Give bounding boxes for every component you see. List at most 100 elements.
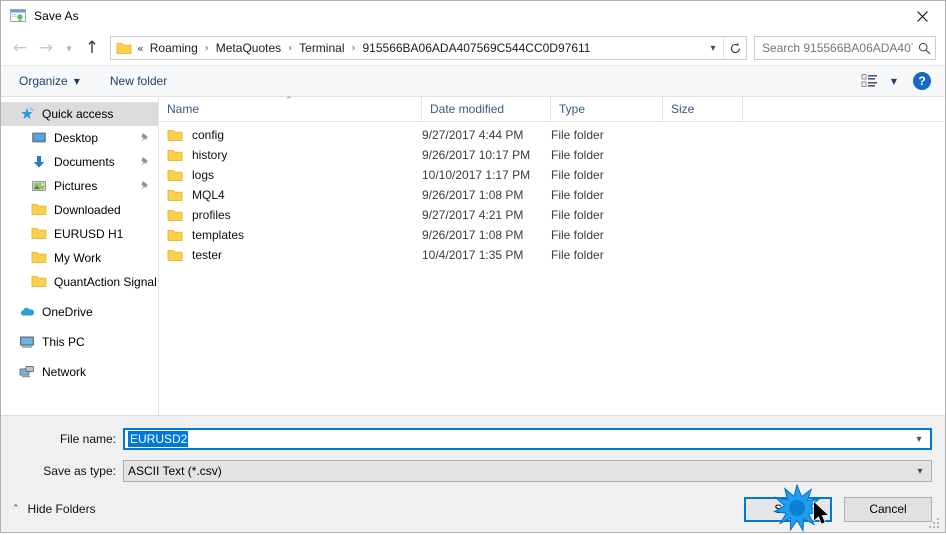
file-date-cell: 10/10/2017 1:17 PM	[422, 168, 531, 182]
file-type-cell: File folder	[551, 228, 604, 242]
navigation-pane: Quick access Desktop Documents Pictures …	[1, 97, 159, 415]
sidebar-item-label: My Work	[54, 251, 102, 265]
table-row[interactable]: tester 10/4/2017 1:35 PM File folder	[159, 245, 945, 265]
save-as-app-icon	[10, 8, 26, 24]
hide-folders-button[interactable]: ⌃ Hide Folders	[12, 502, 96, 516]
pin-icon[interactable]	[139, 156, 150, 168]
sidebar-item-quantaction-signal[interactable]: QuantAction Signal	[1, 270, 158, 294]
breadcrumb-item-roaming[interactable]: Roaming	[149, 39, 199, 57]
file-name-label: templates	[192, 228, 245, 242]
folder-icon	[31, 250, 47, 266]
sidebar-item-desktop[interactable]: Desktop	[1, 126, 158, 150]
sidebar-item-label: Network	[42, 365, 87, 379]
navigation-bar: ← → ▾ ↑ « Roaming › MetaQuotes › Termina…	[1, 31, 945, 65]
table-row[interactable]: history 9/26/2017 10:17 PM File folder	[159, 145, 945, 165]
search-input[interactable]: Search 915566BA06ADA40756...	[755, 41, 913, 55]
address-bar[interactable]: « Roaming › MetaQuotes › Terminal › 9155…	[110, 36, 747, 60]
file-name-cell: logs	[159, 168, 422, 182]
title-bar: Save As	[1, 1, 945, 31]
resize-grip[interactable]	[929, 516, 941, 528]
close-button[interactable]	[899, 1, 945, 31]
sidebar-item-eurusd-h1[interactable]: EURUSD H1	[1, 222, 158, 246]
breadcrumb-separator-icon[interactable]: ›	[288, 43, 292, 54]
back-arrow-icon: ←	[12, 37, 28, 58]
file-name-value: EURUSD2	[128, 431, 189, 447]
sidebar-item-onedrive[interactable]: OneDrive	[1, 300, 158, 324]
save-button[interactable]: Save	[744, 496, 832, 522]
pin-icon[interactable]	[139, 180, 150, 192]
onedrive-cloud-icon	[19, 304, 35, 320]
folder-icon	[31, 226, 47, 242]
network-icon	[19, 364, 35, 380]
sidebar-item-downloaded[interactable]: Downloaded	[1, 198, 158, 222]
sidebar-item-label: EURUSD H1	[54, 227, 124, 241]
file-type-cell: File folder	[551, 168, 604, 182]
table-row[interactable]: MQL4 9/26/2017 1:08 PM File folder	[159, 185, 945, 205]
breadcrumb-separator-icon[interactable]: ›	[352, 43, 356, 54]
hide-folders-label: Hide Folders	[27, 502, 96, 516]
pin-icon[interactable]	[139, 132, 150, 144]
refresh-button[interactable]	[723, 37, 746, 59]
table-row[interactable]: templates 9/26/2017 1:08 PM File folder	[159, 225, 945, 245]
file-date-cell: 10/4/2017 1:35 PM	[422, 248, 524, 262]
breadcrumb-item-metaquotes[interactable]: MetaQuotes	[215, 39, 282, 57]
sidebar-item-documents[interactable]: Documents	[1, 150, 158, 174]
new-folder-label: New folder	[109, 74, 168, 88]
chevron-down-icon[interactable]: ▼	[891, 77, 897, 86]
toolbar-right-group: ▼ ?	[861, 72, 935, 90]
chevron-down-icon: ▾	[710, 42, 716, 54]
sidebar-item-network[interactable]: Network	[1, 360, 158, 384]
sidebar-item-this-pc[interactable]: This PC	[1, 330, 158, 354]
file-date-cell: 9/27/2017 4:21 PM	[422, 208, 524, 222]
organize-button[interactable]: Organize ▼	[15, 69, 84, 93]
folder-icon	[167, 148, 183, 162]
file-name-input[interactable]: EURUSD2 ▾	[123, 428, 932, 450]
breadcrumb-item-guid[interactable]: 915566BA06ADA407569C544CC0D97611	[362, 39, 592, 57]
folder-icon	[167, 128, 183, 142]
file-name-label: history	[192, 148, 228, 162]
recent-locations-button[interactable]: ▾	[59, 35, 79, 61]
view-options-icon[interactable]	[861, 73, 883, 89]
table-row[interactable]: logs 10/10/2017 1:17 PM File folder	[159, 165, 945, 185]
forward-button[interactable]: →	[33, 35, 59, 61]
cancel-button[interactable]: Cancel	[844, 496, 932, 522]
file-type-cell: File folder	[551, 128, 604, 142]
sidebar-item-label: Downloaded	[54, 203, 121, 217]
breadcrumb-overflow-icon[interactable]: «	[137, 42, 144, 55]
new-folder-button[interactable]: New folder	[106, 69, 171, 93]
save-as-type-select[interactable]: ASCII Text (*.csv) ▾	[123, 460, 932, 482]
address-dropdown-button[interactable]: ▾	[703, 37, 723, 59]
sidebar-item-label: OneDrive	[42, 305, 93, 319]
sidebar-item-pictures[interactable]: Pictures	[1, 174, 158, 198]
breadcrumb-separator-icon[interactable]: ›	[205, 43, 209, 54]
folder-icon	[116, 41, 132, 55]
forward-arrow-icon: →	[38, 37, 54, 58]
column-header-name[interactable]: Name ⌃	[159, 96, 422, 121]
sidebar-item-label: Desktop	[54, 131, 99, 145]
file-name-label: tester	[192, 248, 223, 262]
save-as-type-dropdown-button[interactable]: ▾	[909, 466, 931, 477]
up-button[interactable]: ↑	[79, 35, 105, 61]
sidebar-item-label: Quick access	[42, 107, 114, 121]
file-list-pane: Name ⌃ Date modified Type Size config 9/…	[159, 96, 945, 415]
column-header-size[interactable]: Size	[663, 97, 743, 121]
file-date-cell: 9/26/2017 1:08 PM	[422, 228, 524, 242]
file-type-cell: File folder	[551, 188, 604, 202]
sidebar-item-my-work[interactable]: My Work	[1, 246, 158, 270]
back-button[interactable]: ←	[7, 35, 33, 61]
column-header-type[interactable]: Type	[551, 97, 663, 121]
sidebar-item-quick-access[interactable]: Quick access	[1, 102, 158, 126]
search-box[interactable]: Search 915566BA06ADA40756...	[754, 36, 936, 60]
help-button[interactable]: ?	[913, 72, 931, 90]
table-row[interactable]: config 9/27/2017 4:44 PM File folder	[159, 125, 945, 145]
file-type-cell: File folder	[551, 248, 604, 262]
file-name-cell: templates	[159, 228, 422, 242]
save-as-dialog: Save As ← → ▾ ↑ « Roaming › MetaQuotes ›…	[0, 0, 946, 533]
file-type-cell: File folder	[551, 148, 604, 162]
file-name-label: MQL4	[192, 188, 225, 202]
file-name-dropdown-button[interactable]: ▾	[908, 434, 930, 445]
table-row[interactable]: profiles 9/27/2017 4:21 PM File folder	[159, 205, 945, 225]
breadcrumb-item-terminal[interactable]: Terminal	[298, 39, 345, 57]
column-header-date-modified[interactable]: Date modified	[422, 97, 551, 121]
search-icon	[913, 42, 935, 55]
